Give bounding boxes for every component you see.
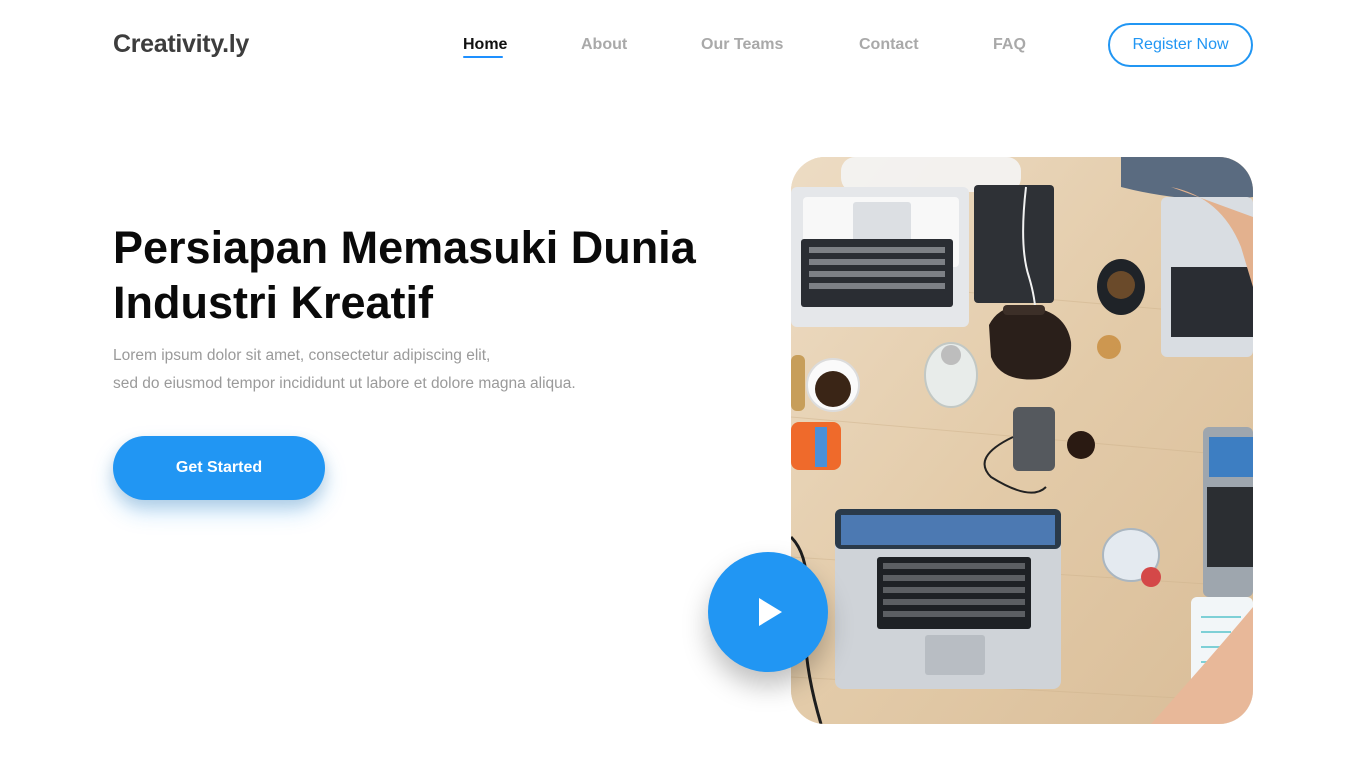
- play-icon: [759, 598, 782, 626]
- register-now-button[interactable]: Register Now: [1108, 23, 1253, 67]
- get-started-button[interactable]: Get Started: [113, 436, 325, 500]
- hero-description-line-1: Lorem ipsum dolor sit amet, consectetur …: [113, 347, 491, 364]
- hero-workspace-image: [791, 157, 1253, 724]
- play-video-button[interactable]: [708, 552, 828, 672]
- nav-contact[interactable]: Contact: [859, 36, 919, 54]
- hero-title: Persiapan Memasuki Dunia Industri Kreati…: [113, 220, 773, 330]
- nav-our-teams[interactable]: Our Teams: [701, 36, 783, 54]
- hero-description-line-2: sed do eiusmod tempor incididunt ut labo…: [113, 375, 576, 392]
- hero-description: Lorem ipsum dolor sit amet, consectetur …: [113, 342, 713, 398]
- nav-faq[interactable]: FAQ: [993, 36, 1026, 54]
- nav-about[interactable]: About: [581, 36, 627, 54]
- nav-home[interactable]: Home: [463, 36, 507, 58]
- logo[interactable]: Creativity.ly: [113, 30, 249, 59]
- hero-title-line-2: Industri Kreatif: [113, 277, 434, 328]
- hero-title-line-1: Persiapan Memasuki Dunia: [113, 222, 696, 273]
- workspace-photo-illustration: [791, 157, 1253, 724]
